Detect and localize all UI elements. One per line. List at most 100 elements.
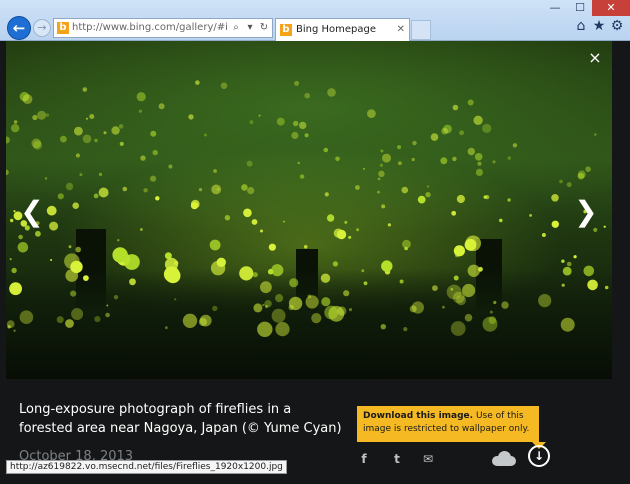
firefly-light xyxy=(155,196,160,201)
firefly-light xyxy=(482,123,492,133)
tab-bing-gallery[interactable]: b Bing Homepage Gallery ✕ xyxy=(275,18,410,56)
firefly-light xyxy=(182,313,198,328)
new-tab-button[interactable] xyxy=(411,20,431,40)
dropdown-icon[interactable]: ▾ xyxy=(244,19,256,37)
back-icon[interactable]: ← xyxy=(7,16,31,40)
firefly-light xyxy=(507,156,511,160)
firefly-light xyxy=(158,103,165,110)
firefly-light xyxy=(456,194,465,204)
bing-favicon-icon: b xyxy=(280,24,292,36)
firefly-light xyxy=(10,218,14,223)
firefly-light xyxy=(79,173,83,177)
download-tooltip: Download this image. Use of this image i… xyxy=(357,406,539,442)
onedrive-icon[interactable] xyxy=(490,450,516,466)
firefly-light xyxy=(324,305,339,320)
firefly-light xyxy=(251,219,258,225)
firefly-light xyxy=(258,114,261,117)
firefly-light xyxy=(417,195,426,204)
next-image-icon[interactable]: ❯ xyxy=(574,196,598,228)
close-tab-icon[interactable]: ✕ xyxy=(397,19,405,40)
firefly-light xyxy=(289,278,299,288)
minimize-button[interactable]: — xyxy=(542,0,568,16)
refresh-icon[interactable]: ↻ xyxy=(258,19,270,37)
firefly-light xyxy=(122,186,128,192)
firefly-light xyxy=(57,193,64,200)
firefly-light xyxy=(538,294,552,308)
status-bar-url: http://az619822.vo.msecnd.net/files/Fire… xyxy=(6,460,287,474)
firefly-light xyxy=(262,303,265,307)
firefly-light xyxy=(70,290,77,297)
firefly-light xyxy=(566,261,572,267)
firefly-light xyxy=(249,120,254,125)
previous-image-icon[interactable]: ❮ xyxy=(20,196,44,228)
firefly-light xyxy=(288,296,303,311)
close-gallery-icon[interactable]: × xyxy=(586,49,604,67)
firefly-light xyxy=(493,300,497,305)
address-bar[interactable]: b http://www.bing.com/gallery/#images/Fi… xyxy=(53,18,273,38)
twitter-icon[interactable]: t xyxy=(388,451,406,467)
address-url[interactable]: http://www.bing.com/gallery/#images/Fire xyxy=(72,19,227,37)
firefly-light xyxy=(82,134,92,144)
firefly-light xyxy=(304,133,309,138)
firefly-light xyxy=(473,115,483,126)
facebook-icon[interactable]: f xyxy=(355,451,373,467)
firefly-light xyxy=(152,149,158,156)
firefly-light xyxy=(212,305,218,312)
firefly-light xyxy=(577,170,586,179)
download-icon[interactable]: ↓ xyxy=(528,445,550,467)
firefly-light xyxy=(585,166,591,172)
firefly-light xyxy=(174,298,177,301)
firefly-light xyxy=(399,279,404,284)
gallery-photo xyxy=(6,41,612,379)
firefly-light xyxy=(440,157,448,165)
firefly-light xyxy=(380,324,386,330)
firefly-light xyxy=(403,327,408,332)
firefly-light xyxy=(9,258,12,261)
close-window-button[interactable]: ✕ xyxy=(592,0,630,16)
firefly-light xyxy=(65,269,79,282)
firefly-light xyxy=(68,245,72,249)
maximize-button[interactable]: ☐ xyxy=(568,0,592,16)
firefly-light xyxy=(560,317,575,332)
firefly-light xyxy=(303,245,308,249)
firefly-light xyxy=(381,204,386,209)
firefly-light xyxy=(75,153,80,158)
firefly-light xyxy=(485,195,490,200)
firefly-light xyxy=(361,269,365,273)
firefly-light xyxy=(136,92,146,102)
search-icon[interactable]: ⌕ xyxy=(230,19,242,37)
firefly-light xyxy=(462,283,476,298)
firefly-light xyxy=(324,192,329,197)
firefly-light xyxy=(275,294,284,303)
firefly-light xyxy=(106,304,109,307)
firefly-light xyxy=(264,300,272,308)
firefly-light xyxy=(475,168,483,176)
gear-icon[interactable]: ⚙ xyxy=(608,17,626,35)
firefly-light xyxy=(452,104,459,111)
firefly-light xyxy=(412,140,417,146)
firefly-light xyxy=(380,149,384,153)
firefly-light xyxy=(253,303,263,313)
firefly-light xyxy=(65,319,74,328)
firefly-light xyxy=(430,133,439,141)
firefly-light xyxy=(260,229,263,233)
email-icon[interactable]: ✉ xyxy=(419,451,437,467)
firefly-light xyxy=(467,147,475,156)
firefly-light xyxy=(164,257,179,271)
forward-icon[interactable]: → xyxy=(33,19,51,37)
firefly-light xyxy=(363,167,366,170)
firefly-light xyxy=(307,294,312,299)
firefly-light xyxy=(446,284,462,300)
firefly-light xyxy=(377,190,380,194)
firefly-light xyxy=(355,185,360,190)
firefly-light xyxy=(453,245,465,257)
firefly-light xyxy=(344,220,348,224)
home-icon[interactable]: ⌂ xyxy=(572,17,590,35)
star-icon[interactable]: ★ xyxy=(590,17,608,35)
firefly-light xyxy=(11,267,17,274)
firefly-light xyxy=(71,308,84,320)
firefly-light xyxy=(143,188,148,193)
firefly-light xyxy=(247,187,255,195)
firefly-light xyxy=(499,218,503,223)
firefly-light xyxy=(450,288,454,291)
